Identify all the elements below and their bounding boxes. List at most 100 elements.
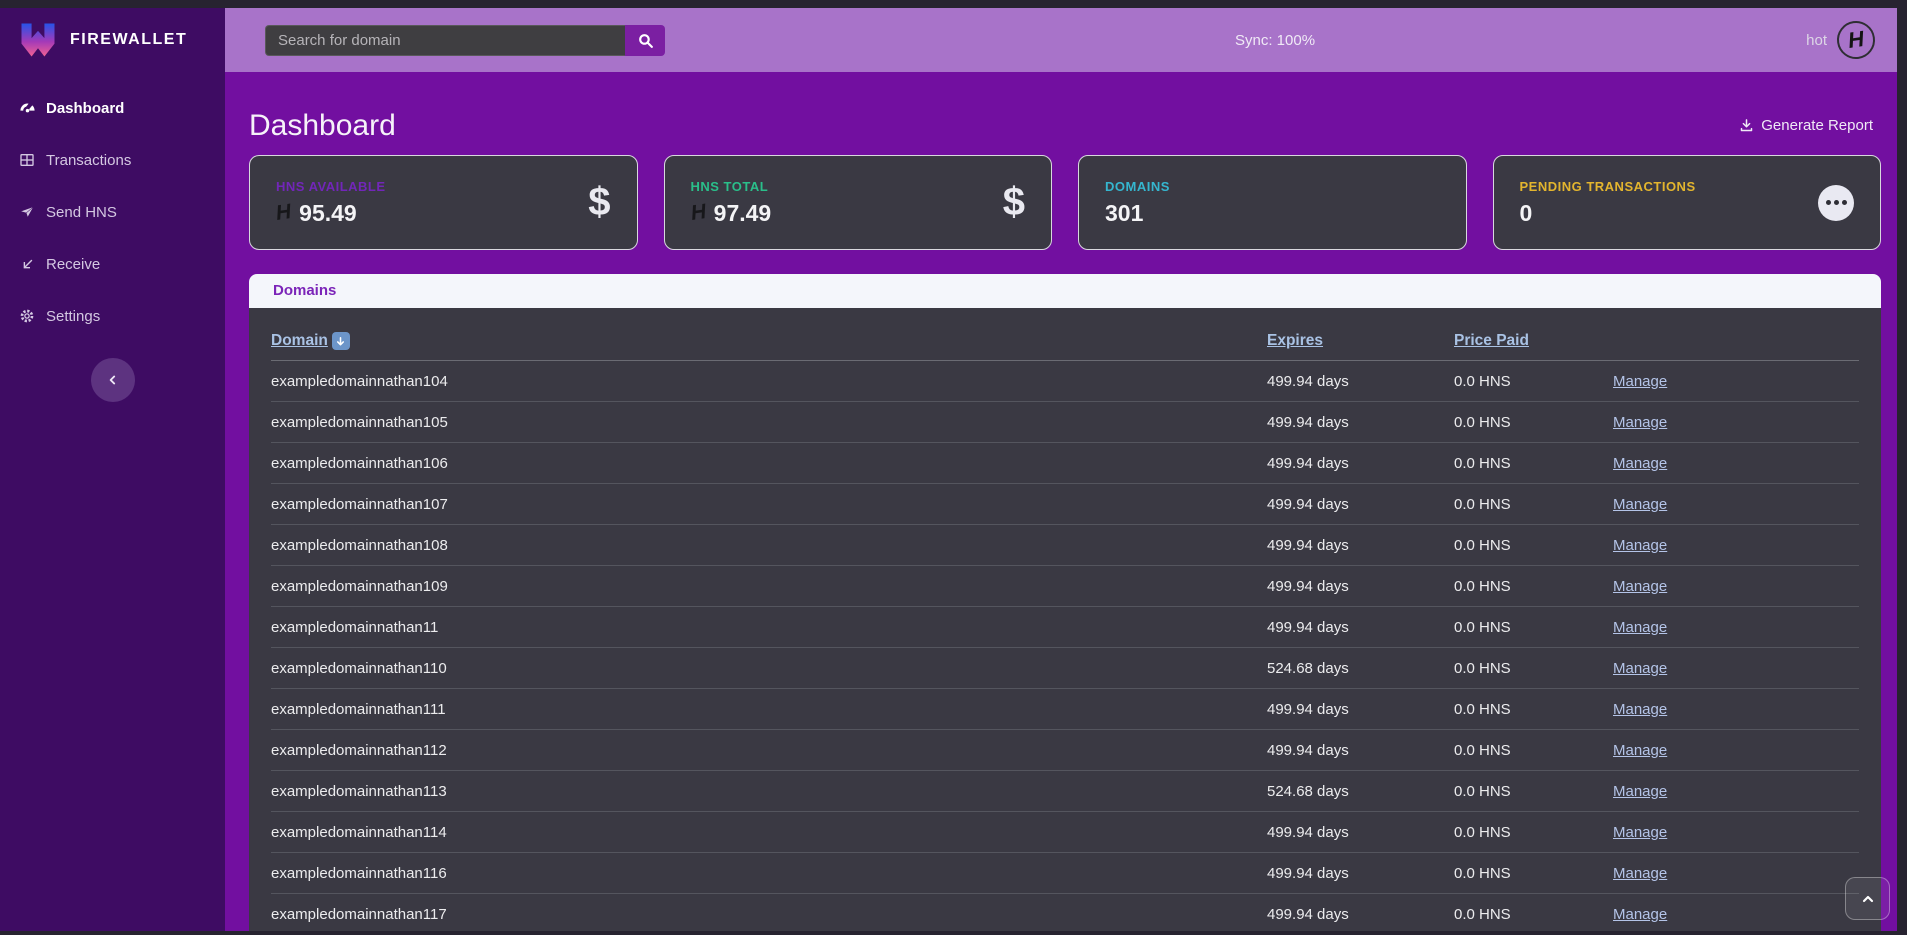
chevron-left-icon [106, 373, 120, 387]
manage-link[interactable]: Manage [1613, 865, 1667, 882]
expires-cell: 499.94 days [1267, 414, 1454, 431]
expires-cell: 499.94 days [1267, 455, 1454, 472]
domain-search [265, 25, 665, 56]
price-paid-cell: 0.0 HNS [1454, 865, 1613, 882]
page-title: Dashboard [249, 109, 396, 143]
manage-link[interactable]: Manage [1613, 783, 1667, 800]
domain-name-cell: exampledomainnathan114 [271, 824, 1267, 841]
sidebar-collapse-button[interactable] [91, 358, 135, 402]
manage-link[interactable]: Manage [1613, 701, 1667, 718]
price-paid-cell: 0.0 HNS [1454, 906, 1613, 923]
card-title: HNS TOTAL [691, 179, 772, 194]
sort-descending-icon [332, 332, 350, 350]
card-title: HNS AVAILABLE [276, 179, 386, 194]
price-paid-cell: 0.0 HNS [1454, 660, 1613, 677]
domain-name-cell: exampledomainnathan116 [271, 865, 1267, 882]
price-paid-cell: 0.0 HNS [1454, 783, 1613, 800]
card-hns-available: HNS AVAILABLE H 95.49 $ [249, 155, 638, 250]
manage-link[interactable]: Manage [1613, 660, 1667, 677]
domain-table-row: exampledomainnathan112 499.94 days 0.0 H… [271, 730, 1859, 771]
handshake-icon[interactable]: H [1835, 19, 1878, 62]
speedometer-icon [18, 99, 36, 117]
expires-cell: 499.94 days [1267, 578, 1454, 595]
manage-link[interactable]: Manage [1613, 373, 1667, 390]
gear-icon [18, 307, 36, 325]
domains-table-body: exampledomainnathan104 499.94 days 0.0 H… [271, 361, 1859, 931]
price-paid-cell: 0.0 HNS [1454, 578, 1613, 595]
manage-link[interactable]: Manage [1613, 496, 1667, 513]
card-value: H 95.49 [276, 200, 386, 227]
sidebar-item-label: Receive [46, 256, 100, 273]
domains-table-head: Domain Expires Price Paid [271, 308, 1859, 361]
hns-glyph-icon: H [274, 200, 292, 226]
content-area: Sync: 100% hot H Dashboard Generate Repo… [225, 8, 1897, 931]
manage-link[interactable]: Manage [1613, 619, 1667, 636]
domains-panel-title: Domains [273, 282, 336, 299]
hns-glyph-icon: H [689, 200, 707, 226]
search-icon [637, 32, 654, 49]
domain-name-cell: exampledomainnathan110 [271, 660, 1267, 677]
card-title: DOMAINS [1105, 179, 1170, 194]
card-value: 0 [1520, 200, 1696, 227]
manage-link[interactable]: Manage [1613, 906, 1667, 923]
card-domains: DOMAINS 301 [1078, 155, 1467, 250]
price-paid-cell: 0.0 HNS [1454, 496, 1613, 513]
domain-name-cell: exampledomainnathan11 [271, 619, 1267, 636]
column-header-expires[interactable]: Expires [1267, 332, 1454, 350]
column-header-domain[interactable]: Domain [271, 332, 1267, 350]
sidebar-item-label: Settings [46, 308, 100, 325]
topbar: Sync: 100% hot H [225, 8, 1897, 72]
price-paid-cell: 0.0 HNS [1454, 619, 1613, 636]
domain-name-cell: exampledomainnathan111 [271, 701, 1267, 718]
card-value: H 97.49 [691, 200, 772, 227]
main: Dashboard Generate Report HNS AVAILABLE … [225, 72, 1897, 931]
sidebar-item-send-hns[interactable]: Send HNS [0, 186, 225, 238]
expires-cell: 499.94 days [1267, 824, 1454, 841]
generate-report-button[interactable]: Generate Report [1739, 117, 1873, 134]
manage-link[interactable]: Manage [1613, 578, 1667, 595]
sidebar-item-receive[interactable]: Receive [0, 238, 225, 290]
domains-panel: Domains Domain Expires P [249, 274, 1881, 931]
price-paid-cell: 0.0 HNS [1454, 373, 1613, 390]
domain-name-cell: exampledomainnathan107 [271, 496, 1267, 513]
sidebar-item-settings[interactable]: Settings [0, 290, 225, 342]
wallet-switcher: hot H [1806, 21, 1875, 59]
expires-cell: 499.94 days [1267, 496, 1454, 513]
manage-link[interactable]: Manage [1613, 414, 1667, 431]
sidebar-item-transactions[interactable]: Transactions [0, 134, 225, 186]
price-paid-cell: 0.0 HNS [1454, 455, 1613, 472]
price-paid-cell: 0.0 HNS [1454, 414, 1613, 431]
expires-cell: 499.94 days [1267, 701, 1454, 718]
manage-link[interactable]: Manage [1613, 455, 1667, 472]
sidebar-item-dashboard[interactable]: Dashboard [0, 82, 225, 134]
price-paid-cell: 0.0 HNS [1454, 824, 1613, 841]
domain-name-cell: exampledomainnathan113 [271, 783, 1267, 800]
ellipsis-icon[interactable] [1818, 185, 1854, 221]
domain-table-row: exampledomainnathan117 499.94 days 0.0 H… [271, 894, 1859, 931]
domain-name-cell: exampledomainnathan108 [271, 537, 1267, 554]
domain-table-row: exampledomainnathan108 499.94 days 0.0 H… [271, 525, 1859, 566]
domain-table-row: exampledomainnathan11 499.94 days 0.0 HN… [271, 607, 1859, 648]
wallet-name: hot [1806, 32, 1827, 49]
scroll-to-top-button[interactable] [1845, 877, 1890, 920]
search-input[interactable] [265, 25, 625, 56]
domain-name-cell: exampledomainnathan105 [271, 414, 1267, 431]
expires-cell: 499.94 days [1267, 619, 1454, 636]
expires-cell: 499.94 days [1267, 373, 1454, 390]
expires-cell: 499.94 days [1267, 537, 1454, 554]
manage-link[interactable]: Manage [1613, 742, 1667, 759]
stat-cards: HNS AVAILABLE H 95.49 $ HNS TOTAL H 97.4… [225, 155, 1897, 250]
manage-link[interactable]: Manage [1613, 824, 1667, 841]
domain-name-cell: exampledomainnathan112 [271, 742, 1267, 759]
domains-panel-header: Domains [249, 274, 1881, 308]
dollar-icon: $ [1003, 180, 1025, 225]
sidebar-item-label: Transactions [46, 152, 131, 169]
card-title: PENDING TRANSACTIONS [1520, 179, 1696, 194]
search-button[interactable] [625, 25, 665, 56]
manage-link[interactable]: Manage [1613, 537, 1667, 554]
domain-table-row: exampledomainnathan116 499.94 days 0.0 H… [271, 853, 1859, 894]
brand: FIREWALLET [0, 8, 225, 72]
domain-name-cell: exampledomainnathan106 [271, 455, 1267, 472]
domain-table-row: exampledomainnathan114 499.94 days 0.0 H… [271, 812, 1859, 853]
column-header-price-paid[interactable]: Price Paid [1454, 332, 1613, 350]
